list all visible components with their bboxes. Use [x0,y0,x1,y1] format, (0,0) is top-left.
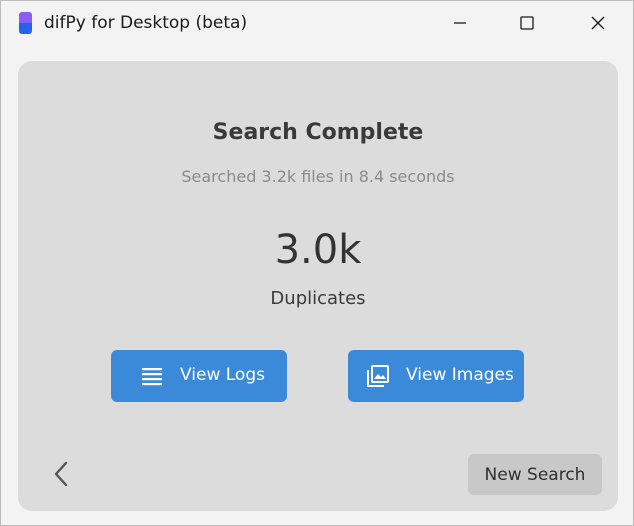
results-card: Search Complete Searched 3.2k files in 8… [18,61,618,511]
maximize-icon [520,16,534,30]
view-logs-label: View Logs [180,365,265,385]
results-heading: Search Complete [212,120,424,145]
chevron-left-icon [54,461,68,487]
new-search-button[interactable]: New Search [468,454,602,495]
minimize-button[interactable] [437,1,483,45]
close-icon [591,16,605,30]
window-title: difPy for Desktop (beta) [44,13,248,33]
search-summary: Searched 3.2k files in 8.4 seconds [181,167,455,186]
view-images-label: View Images [406,365,514,385]
title-bar: difPy for Desktop (beta) [1,1,633,45]
close-button[interactable] [575,1,621,45]
duplicates-count: 3.0k [274,227,362,273]
minimize-icon [454,22,466,24]
back-button[interactable] [46,457,76,491]
app-logo-icon [19,12,32,34]
duplicates-label: Duplicates [270,288,366,309]
app-window: difPy for Desktop (beta) Search Complete… [0,0,634,526]
list-icon [142,368,162,386]
images-icon [367,365,389,387]
view-images-button[interactable]: View Images [348,350,524,402]
maximize-button[interactable] [504,1,550,45]
view-logs-button[interactable]: View Logs [111,350,287,402]
